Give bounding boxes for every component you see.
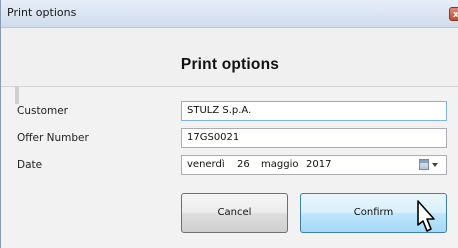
title-bar[interactable]: Print options x — [1, 0, 458, 28]
close-button[interactable]: x — [449, 7, 458, 21]
cancel-button[interactable]: Cancel — [181, 193, 288, 233]
date-day[interactable]: 26 — [237, 159, 250, 170]
offer-number-label: Offer Number — [17, 132, 89, 144]
date-month[interactable]: maggio — [261, 159, 298, 170]
print-options-dialog: Print options x Print options Customer S… — [0, 0, 458, 248]
chevron-down-icon[interactable] — [432, 163, 438, 167]
date-year[interactable]: 2017 — [306, 159, 331, 170]
dialog-header: Print options — [1, 28, 458, 86]
customer-field[interactable]: STULZ S.p.A. — [181, 101, 447, 121]
left-edge-divider — [15, 86, 19, 104]
date-label: Date — [17, 159, 43, 171]
date-picker[interactable]: venerdì 26 maggio 2017 — [181, 155, 447, 175]
page-title: Print options — [180, 56, 280, 73]
customer-label: Customer — [17, 105, 69, 117]
window-title: Print options — [7, 6, 77, 19]
calendar-icon[interactable] — [419, 159, 429, 170]
mouse-pointer-icon — [417, 200, 435, 232]
offer-number-field[interactable]: 17GS0021 — [181, 128, 447, 148]
date-weekday[interactable]: venerdì — [187, 159, 225, 170]
close-icon: x — [453, 10, 458, 20]
